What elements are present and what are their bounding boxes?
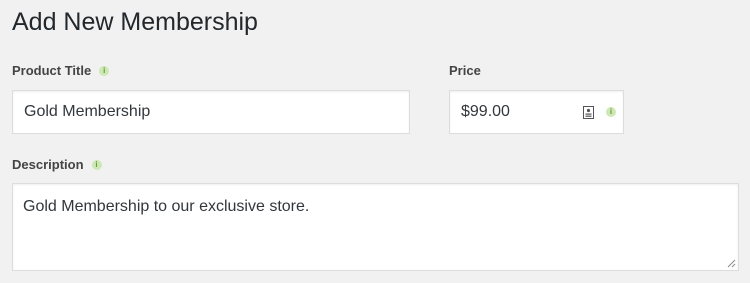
resize-handle-icon[interactable] — [727, 259, 736, 268]
info-icon[interactable]: i — [99, 66, 110, 76]
info-icon[interactable]: i — [91, 160, 102, 170]
description-value: Gold Membership to our exclusive store. — [23, 198, 310, 215]
price-label-row: Price — [449, 63, 481, 79]
description-textarea[interactable]: Gold Membership to our exclusive store. — [12, 183, 739, 271]
info-icon[interactable]: i — [606, 107, 616, 117]
product-title-value: Gold Membership — [24, 103, 151, 120]
contact-card-icon[interactable] — [583, 105, 594, 119]
description-label-row: Description i — [12, 157, 102, 173]
add-membership-page: Add New Membership Product Title i Gold … — [0, 0, 750, 283]
price-input[interactable]: $99.00 i — [449, 90, 624, 134]
page-title: Add New Membership — [12, 8, 258, 36]
price-label: Price — [449, 63, 481, 78]
price-value: $99.00 — [461, 103, 510, 120]
product-title-label: Product Title — [12, 63, 92, 78]
product-title-input[interactable]: Gold Membership — [12, 90, 410, 134]
price-icons: i — [583, 105, 616, 119]
product-title-label-row: Product Title i — [12, 63, 110, 79]
description-label: Description — [12, 157, 84, 172]
